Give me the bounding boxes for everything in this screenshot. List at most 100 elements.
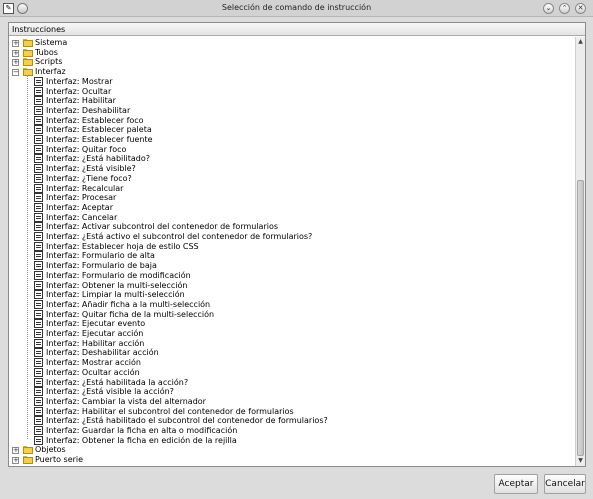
scroll-down-icon[interactable]: ▼ bbox=[576, 456, 585, 465]
scroll-up-icon[interactable]: ▲ bbox=[576, 37, 585, 46]
tree-folder-row[interactable]: + Objetos bbox=[9, 445, 569, 455]
tree-item-row[interactable]: Interfaz: ¿Está visible la acción? bbox=[9, 387, 549, 397]
tree-item-label: Interfaz: ¿Está habilitada la acción? bbox=[46, 377, 189, 387]
tree-item-row[interactable]: Interfaz: Formulario de baja bbox=[9, 261, 549, 271]
command-icon bbox=[34, 358, 43, 368]
folder-icon bbox=[23, 39, 33, 47]
tree-item-row[interactable]: Interfaz: Aceptar bbox=[9, 202, 549, 213]
tree-folder-label: Scripts bbox=[35, 57, 63, 67]
tree-item-label: Interfaz: Formulario de baja bbox=[46, 261, 157, 271]
tree-item-row[interactable]: Interfaz: Obtener la multi-selección bbox=[9, 280, 549, 291]
tree-item-label: Interfaz: Cancelar bbox=[46, 212, 118, 222]
tree-item-row[interactable]: Interfaz: Formulario de alta bbox=[9, 251, 549, 261]
command-icon bbox=[34, 212, 43, 222]
tree-item-row[interactable]: Interfaz: Quitar ficha de la multi-selec… bbox=[9, 309, 549, 320]
command-icon bbox=[34, 135, 43, 144]
tree-item-row[interactable]: Interfaz: Establecer foco bbox=[9, 115, 549, 126]
command-icon bbox=[34, 164, 43, 174]
command-icon bbox=[34, 348, 43, 358]
tree-item-row[interactable]: Interfaz: Procesar bbox=[9, 193, 549, 203]
command-icon bbox=[34, 154, 43, 164]
tree-item-row[interactable]: Interfaz: Cancelar bbox=[9, 212, 549, 223]
command-icon bbox=[34, 387, 43, 397]
tree-folder-label: Objetos bbox=[35, 445, 66, 455]
command-icon bbox=[34, 183, 43, 193]
tree-item-row[interactable]: Interfaz: Obtener la ficha en edición de… bbox=[9, 435, 549, 446]
command-icon bbox=[34, 416, 43, 426]
tree-item-row[interactable]: Interfaz: ¿Está visible? bbox=[9, 164, 549, 174]
tree-folder-label: Sistema bbox=[35, 38, 68, 47]
tree-item-row[interactable]: Interfaz: ¿Está habilitado? bbox=[9, 154, 549, 164]
minimize-icon[interactable]: ⌄ bbox=[543, 3, 554, 14]
tree-item-row[interactable]: Interfaz: Establecer paleta bbox=[9, 125, 549, 135]
tree-item-row[interactable]: Interfaz: Ocultar acción bbox=[9, 367, 549, 378]
expand-icon[interactable]: + bbox=[12, 457, 19, 465]
maximize-icon[interactable]: ⌃ bbox=[559, 3, 570, 14]
tree-folder-row[interactable]: + Tubos bbox=[9, 48, 569, 58]
command-icon bbox=[34, 338, 43, 348]
tree-folder-row[interactable]: + Scripts bbox=[9, 57, 569, 67]
tree-item-row[interactable]: Interfaz: Quitar foco bbox=[9, 144, 549, 155]
tree-item-label: Interfaz: Mostrar bbox=[46, 76, 113, 86]
expand-icon[interactable]: + bbox=[12, 49, 19, 57]
tree-item-row[interactable]: Interfaz: Guardar la ficha en alta o mod… bbox=[9, 426, 549, 436]
tree-item-row[interactable]: Interfaz: Deshabilitar acción bbox=[9, 348, 549, 358]
title-bar: ✎ Selección de comando de instrucción ⌄ … bbox=[0, 0, 593, 17]
tree-item-label: Interfaz: Quitar foco bbox=[46, 144, 127, 154]
tree-item-row[interactable]: Interfaz: Activar subcontrol del contene… bbox=[9, 222, 549, 232]
tree-item-label: Interfaz: Activar subcontrol del contene… bbox=[46, 222, 279, 232]
tree-item-row[interactable]: Interfaz: ¿Está habilitado el subcontrol… bbox=[9, 416, 549, 426]
command-icon bbox=[34, 115, 43, 125]
tree-item-row[interactable]: Interfaz: Establecer fuente bbox=[9, 135, 549, 145]
tree-item-row[interactable]: Interfaz: Formulario de modificación bbox=[9, 270, 549, 281]
tree-item-row[interactable]: Interfaz: Ejecutar evento bbox=[9, 319, 549, 329]
tree-item-row[interactable]: Interfaz: Ocultar bbox=[9, 86, 549, 97]
instruction-tree[interactable]: + Sistema + Tubos + Scripts − Interfaz Interfaz:… bbox=[9, 37, 575, 466]
tree-item-row[interactable]: Interfaz: ¿Está activo el subcontrol del… bbox=[9, 232, 549, 242]
tree-item-label: Interfaz: Añadir ficha a la multi-selecc… bbox=[46, 299, 211, 309]
expand-icon[interactable]: + bbox=[12, 59, 19, 67]
instruction-tree-panel: Instrucciones + Sistema + Tubos + Scripts − Int… bbox=[8, 22, 586, 467]
tree-item-label: Interfaz: Formulario de alta bbox=[46, 251, 155, 261]
vertical-scrollbar[interactable]: ▲ ▼ bbox=[575, 37, 585, 466]
tree-item-row[interactable]: Interfaz: Recalcular bbox=[9, 183, 549, 194]
tree-item-row[interactable]: Interfaz: Habilitar bbox=[9, 96, 549, 106]
tree-item-label: Interfaz: Quitar ficha de la multi-selec… bbox=[46, 309, 215, 319]
expand-icon[interactable]: + bbox=[12, 447, 19, 455]
tree-item-row[interactable]: Interfaz: Limpiar la multi-selección bbox=[9, 290, 549, 300]
tree-item-label: Interfaz: ¿Está visible la acción? bbox=[46, 387, 174, 397]
command-icon bbox=[34, 377, 43, 387]
tree-item-row[interactable]: Interfaz: Deshabilitar bbox=[9, 105, 549, 116]
command-icon bbox=[34, 426, 43, 435]
cancel-button[interactable]: Cancelar bbox=[544, 474, 586, 494]
tree-item-row[interactable]: Interfaz: Ejecutar acción bbox=[9, 329, 549, 339]
tree-item-row[interactable]: Interfaz: Mostrar acción bbox=[9, 358, 549, 368]
tree-item-row[interactable]: Interfaz: Añadir ficha a la multi-selecc… bbox=[9, 299, 549, 310]
tree-item-row[interactable]: Interfaz: Habilitar el subcontrol del co… bbox=[9, 406, 549, 417]
tree-item-label: Interfaz: Deshabilitar bbox=[46, 105, 131, 115]
tree-item-row[interactable]: Interfaz: Mostrar bbox=[9, 76, 549, 87]
accept-button[interactable]: Aceptar bbox=[494, 474, 538, 494]
tree-folder-row[interactable]: − Interfaz bbox=[9, 67, 569, 77]
tree-item-row[interactable]: Interfaz: ¿Está habilitada la acción? bbox=[9, 377, 549, 388]
tree-folder-row[interactable]: + Sistema bbox=[9, 38, 569, 48]
tree-item-row[interactable]: Interfaz: ¿Tiene foco? bbox=[9, 173, 549, 184]
tree-item-label: Interfaz: Deshabilitar acción bbox=[46, 348, 159, 358]
tree-item-label: Interfaz: Establecer fuente bbox=[46, 135, 153, 144]
tree-item-row[interactable]: Interfaz: Establecer hoja de estilo CSS bbox=[9, 241, 549, 252]
tree-item-label: Interfaz: Aceptar bbox=[46, 202, 113, 212]
command-icon bbox=[34, 96, 43, 106]
command-icon bbox=[34, 222, 43, 232]
command-icon bbox=[34, 76, 43, 86]
close-icon[interactable]: ✕ bbox=[575, 3, 586, 14]
tree-folder-row[interactable]: + Puerto serie bbox=[9, 455, 569, 465]
collapse-icon[interactable]: − bbox=[12, 69, 19, 77]
tree-column-header[interactable]: Instrucciones bbox=[9, 23, 585, 36]
tree-item-row[interactable]: Interfaz: Cambiar la vista del alternado… bbox=[9, 396, 549, 407]
expand-icon[interactable]: + bbox=[12, 40, 19, 47]
command-icon bbox=[34, 241, 43, 251]
tree-item-label: Interfaz: Guardar la ficha en alta o mod… bbox=[46, 426, 238, 435]
tree-item-label: Interfaz: Establecer paleta bbox=[46, 125, 152, 135]
folder-icon bbox=[23, 446, 33, 455]
scroll-thumb[interactable] bbox=[577, 180, 584, 456]
